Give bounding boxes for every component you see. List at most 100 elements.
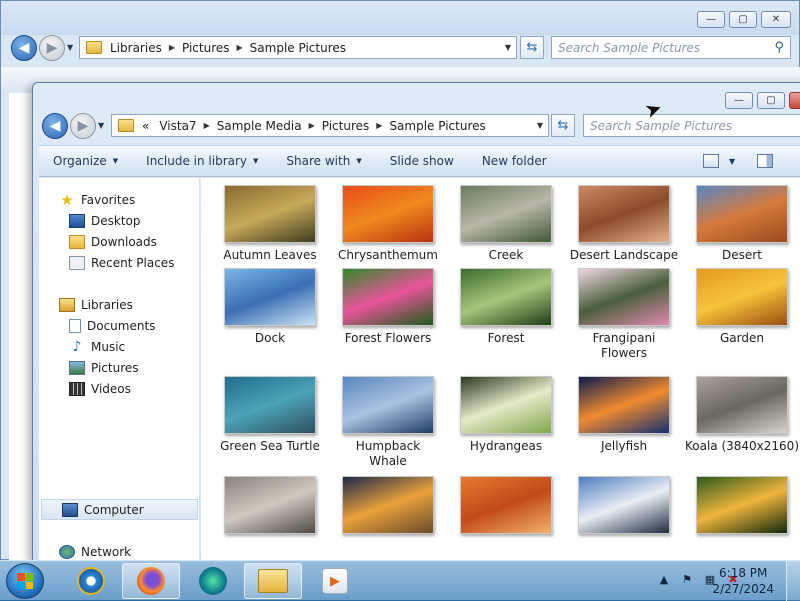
nav-music[interactable]: ♪ Music xyxy=(39,336,200,357)
clock[interactable]: 6:18 PM 2/27/2024 xyxy=(712,565,774,597)
minimize-button[interactable]: — xyxy=(725,92,753,109)
share-with-button[interactable]: Share with ▼ xyxy=(272,146,375,176)
taskbar-edge[interactable] xyxy=(184,563,242,599)
nav-pictures[interactable]: Pictures xyxy=(39,357,200,378)
refresh-button[interactable]: ⇆ xyxy=(520,36,544,59)
thumbnail-item[interactable]: Frangipani Flowers xyxy=(565,268,683,361)
thumbnail-image[interactable] xyxy=(342,185,434,243)
thumbnail-image[interactable] xyxy=(696,185,788,243)
thumbnail-item[interactable]: Desert Landscape xyxy=(565,185,683,263)
thumbnail-image[interactable] xyxy=(342,268,434,326)
close-button[interactable]: ✕ xyxy=(789,92,800,109)
view-dropdown-icon[interactable]: ▼ xyxy=(729,157,735,166)
nav-downloads[interactable]: Downloads xyxy=(39,231,200,252)
close-button[interactable]: ✕ xyxy=(761,11,791,28)
thumbnail-item[interactable]: Desert xyxy=(683,185,800,263)
back-button[interactable]: ◀ xyxy=(11,35,37,61)
nav-network[interactable]: Network xyxy=(39,541,200,562)
refresh-button[interactable]: ⇆ xyxy=(551,114,575,137)
thumbnail-item[interactable]: Koala (3840x2160) xyxy=(683,376,800,454)
maximize-button[interactable]: ▢ xyxy=(757,92,785,109)
nav-favorites[interactable]: ★ Favorites xyxy=(39,189,200,210)
nav-videos[interactable]: Videos xyxy=(39,378,200,399)
taskbar-internet-explorer[interactable] xyxy=(62,563,120,599)
include-in-library-button[interactable]: Include in library ▼ xyxy=(132,146,272,176)
thumbnail-image[interactable] xyxy=(224,185,316,243)
crumb-sample-pictures[interactable]: Sample Pictures xyxy=(389,119,485,133)
show-hidden-icons-icon[interactable]: ▲ xyxy=(657,573,671,586)
crumb-sample-media[interactable]: Sample Media xyxy=(217,119,302,133)
nav-libraries[interactable]: Libraries xyxy=(39,294,200,315)
thumbnail-image[interactable] xyxy=(460,185,552,243)
nav-computer[interactable]: Computer xyxy=(41,499,198,520)
thumbnail-item[interactable] xyxy=(447,476,565,534)
thumbnail-image[interactable] xyxy=(224,376,316,434)
crumb-sample-pictures[interactable]: Sample Pictures xyxy=(250,41,346,55)
thumbnail-item[interactable] xyxy=(683,476,800,534)
crumb-pictures[interactable]: Pictures xyxy=(182,41,230,55)
taskbar-media-player[interactable]: ▶ xyxy=(306,563,364,599)
thumbnail-item[interactable]: Dock xyxy=(211,268,329,346)
address-dropdown-icon[interactable]: ▼ xyxy=(537,121,543,130)
thumbnail-item[interactable]: Green Sea Turtle xyxy=(211,376,329,454)
maximize-button[interactable]: ▢ xyxy=(729,11,757,28)
nav-recent-places[interactable]: Recent Places xyxy=(39,252,200,273)
thumbnail-item[interactable]: Forest xyxy=(447,268,565,346)
recent-pages-dropdown[interactable]: ▼ xyxy=(67,43,73,52)
crumb-libraries[interactable]: Libraries xyxy=(110,41,162,55)
back-button[interactable]: ◀ xyxy=(42,113,68,139)
slide-show-button[interactable]: Slide show xyxy=(376,146,468,176)
thumbnail-item[interactable]: Humpback Whale xyxy=(329,376,447,469)
search-input[interactable]: Search Sample Pictures xyxy=(583,114,800,137)
thumbnail-image[interactable] xyxy=(342,376,434,434)
address-dropdown-icon[interactable]: ▼ xyxy=(505,43,511,52)
explorer-window-front[interactable]: — ▢ ✕ ◀ ▶ ▼ « Vista7▶ Sample Media▶ Pict… xyxy=(32,82,800,562)
thumbnail-item[interactable]: Forest Flowers xyxy=(329,268,447,346)
thumbnail-image[interactable] xyxy=(224,268,316,326)
thumbnail-image[interactable] xyxy=(578,376,670,434)
address-bar[interactable]: « Vista7 ▶ Sample Media ▶ Pictures ▶ Sample… xyxy=(111,114,549,137)
taskbar-windows-explorer[interactable] xyxy=(244,563,302,599)
forward-button[interactable]: ▶ xyxy=(70,113,96,139)
thumbnail-item[interactable]: Garden xyxy=(683,268,800,346)
show-desktop-button[interactable] xyxy=(786,561,800,601)
file-list[interactable]: Autumn Leaves Chrysanthemum Creek Desert La… xyxy=(201,178,800,562)
thumbnail-image[interactable] xyxy=(224,476,316,534)
crumb-pictures[interactable]: Pictures xyxy=(322,119,370,133)
organize-button[interactable]: Organize ▼ xyxy=(39,146,132,176)
thumbnail-item[interactable] xyxy=(565,476,683,534)
start-button[interactable] xyxy=(6,563,44,599)
thumbnail-image[interactable] xyxy=(460,268,552,326)
thumbnail-image[interactable] xyxy=(696,268,788,326)
thumbnail-item[interactable]: Autumn Leaves xyxy=(211,185,329,263)
minimize-button[interactable]: — xyxy=(697,11,725,28)
action-center-flag-icon[interactable]: ⚑ xyxy=(680,573,694,586)
change-view-icon[interactable] xyxy=(703,154,719,168)
thumbnail-image[interactable] xyxy=(578,476,670,534)
thumbnail-item[interactable]: Creek xyxy=(447,185,565,263)
recent-pages-dropdown[interactable]: ▼ xyxy=(98,121,104,130)
thumbnail-image[interactable] xyxy=(460,376,552,434)
thumbnail-image[interactable] xyxy=(342,476,434,534)
forward-button[interactable]: ▶ xyxy=(39,35,65,61)
thumbnail-item[interactable]: Jellyfish xyxy=(565,376,683,454)
thumbnail-item[interactable] xyxy=(329,476,447,534)
preview-pane-icon[interactable] xyxy=(757,154,773,168)
crumb-overflow[interactable]: « xyxy=(142,119,149,133)
title-bar[interactable] xyxy=(1,1,799,35)
address-bar[interactable]: Libraries ▶ Pictures ▶ Sample Pictures ▼ xyxy=(79,36,517,59)
thumbnail-image[interactable] xyxy=(578,185,670,243)
new-folder-button[interactable]: New folder xyxy=(468,146,561,176)
thumbnail-image[interactable] xyxy=(460,476,552,534)
thumbnail-image[interactable] xyxy=(696,476,788,534)
nav-desktop[interactable]: Desktop xyxy=(39,210,200,231)
crumb-vista7[interactable]: Vista7 xyxy=(159,119,196,133)
nav-documents[interactable]: Documents xyxy=(39,315,200,336)
search-input[interactable]: Search Sample Pictures ⚲ xyxy=(551,36,791,59)
search-icon[interactable]: ⚲ xyxy=(774,40,784,55)
thumbnail-item[interactable]: Hydrangeas xyxy=(447,376,565,454)
thumbnail-item[interactable] xyxy=(211,476,329,534)
thumbnail-image[interactable] xyxy=(578,268,670,326)
thumbnail-image[interactable] xyxy=(696,376,788,434)
taskbar-firefox[interactable] xyxy=(122,563,180,599)
